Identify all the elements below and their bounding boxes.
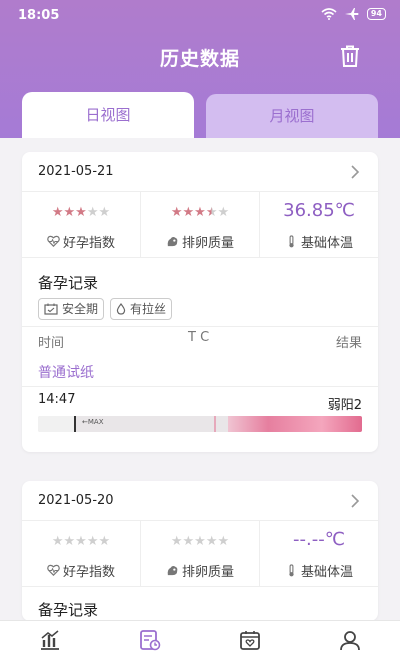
star-icon: ★	[182, 534, 195, 549]
status-bar: 18:05 94	[18, 8, 386, 26]
bar-chart-icon	[41, 630, 59, 650]
fertility-stars: ★★★★★	[22, 534, 140, 549]
fertility-label: 好孕指数	[62, 236, 115, 251]
star-icon: ★	[205, 534, 218, 549]
droplet-icon	[116, 303, 126, 315]
record-date: 2021-05-21	[38, 164, 114, 179]
header: 18:05 94 历史数据 日视图 月视图	[0, 0, 400, 138]
wifi-icon	[321, 8, 337, 20]
temperature-label: 基础体温	[300, 565, 353, 580]
star-icon: ★	[63, 534, 76, 549]
metrics-row: ★★★★★ 好孕指数 ★★★★★ 排卵质量 36.85℃ 基础体温	[22, 192, 378, 258]
bottom-nav	[0, 620, 400, 660]
ovulation-icon	[167, 566, 178, 576]
ovulation-quality: ★★★★★ 排卵质量	[140, 192, 259, 257]
temperature-value: 36.85℃	[283, 200, 355, 221]
tab-month-view[interactable]: 月视图	[206, 94, 378, 138]
nav-item-history[interactable]	[100, 621, 200, 660]
test-result: 弱阳2	[327, 398, 362, 413]
record-card[interactable]: 2021-05-21 ★★★★★ 好孕指数 ★★★★★ 排卵质量 36.85℃ …	[22, 152, 378, 452]
calendar-icon	[44, 303, 58, 315]
star-icon: ★	[98, 205, 111, 220]
fertility-index: ★★★★★ 好孕指数	[22, 192, 140, 257]
view-tabs: 日视图 月视图	[22, 92, 378, 138]
basal-temperature: --.--℃ 基础体温	[259, 521, 378, 586]
heart-pulse-icon	[47, 235, 60, 247]
star-icon: ★	[51, 534, 64, 549]
ovulation-label: 排卵质量	[181, 565, 234, 580]
nav-item-record[interactable]	[200, 621, 300, 660]
record-date: 2021-05-20	[38, 493, 114, 508]
star-icon: ★	[170, 205, 183, 220]
star-icon: ★	[170, 534, 183, 549]
ovulation-stars: ★★★★★	[141, 534, 259, 549]
star-icon: ★	[86, 205, 99, 220]
tag-stringy-mucus: 有拉丝	[110, 298, 173, 320]
star-icon: ★	[182, 205, 195, 220]
trash-icon[interactable]	[338, 44, 362, 68]
record-header[interactable]: 2021-05-21	[22, 152, 378, 192]
chevron-right-icon[interactable]	[350, 164, 360, 180]
prep-record-title: 备孕记录	[38, 601, 99, 619]
chevron-right-icon[interactable]	[350, 493, 360, 509]
strip-max-label: ←MAX	[82, 418, 104, 426]
nav-item-stats[interactable]	[0, 621, 100, 660]
airplane-icon	[344, 8, 359, 20]
star-icon: ★	[75, 205, 87, 220]
thermometer-icon	[289, 235, 294, 248]
user-icon	[340, 631, 360, 651]
star-icon: ★	[63, 205, 76, 220]
fertility-label: 好孕指数	[62, 565, 115, 580]
star-icon: ★	[217, 534, 230, 549]
star-icon: ★	[51, 205, 64, 220]
status-icons: 94	[321, 8, 386, 20]
col-time: 时间	[38, 336, 65, 351]
battery-icon: 94	[366, 8, 386, 20]
record-card[interactable]: 2021-05-20 ★★★★★ 好孕指数 ★★★★★ 排卵质量 --.--℃ …	[22, 481, 378, 621]
star-icon: ★	[98, 534, 111, 549]
calendar-heart-icon	[240, 631, 260, 650]
fertility-index: ★★★★★ 好孕指数	[22, 521, 140, 586]
history-icon	[140, 630, 161, 651]
tab-day-view[interactable]: 日视图	[22, 92, 194, 138]
thermometer-icon	[289, 564, 294, 577]
test-type: 普通试纸	[38, 365, 94, 381]
nav-item-profile[interactable]	[300, 621, 400, 660]
ovulation-quality: ★★★★★ 排卵质量	[140, 521, 259, 586]
test-strip-image[interactable]: ←MAX	[38, 416, 362, 432]
test-time: 14:47	[38, 392, 76, 407]
tag-safe-period: 安全期	[38, 298, 105, 320]
ovulation-label: 排卵质量	[181, 236, 234, 251]
temperature-value: --.--℃	[293, 529, 345, 550]
metrics-row: ★★★★★ 好孕指数 ★★★★★ 排卵质量 --.--℃ 基础体温	[22, 521, 378, 587]
ovulation-stars: ★★★★★	[141, 205, 259, 220]
star-icon: ★	[194, 534, 206, 549]
prep-record-title: 备孕记录	[38, 274, 99, 292]
temperature-label: 基础体温	[300, 236, 353, 251]
heart-pulse-icon	[47, 564, 60, 576]
star-icon: ★	[205, 205, 218, 220]
star-icon: ★	[75, 534, 87, 549]
fertility-stars: ★★★★★	[22, 205, 140, 220]
divider	[22, 326, 378, 327]
star-icon: ★	[194, 205, 206, 220]
divider	[22, 386, 378, 387]
basal-temperature: 36.85℃ 基础体温	[259, 192, 378, 257]
record-header[interactable]: 2021-05-20	[22, 481, 378, 521]
ovulation-icon	[167, 237, 178, 247]
status-time: 18:05	[18, 8, 60, 23]
star-icon: ★	[217, 205, 230, 220]
prep-tags: 安全期 有拉丝	[38, 298, 173, 320]
col-result: 结果	[335, 336, 362, 351]
star-icon: ★	[86, 534, 99, 549]
col-tc: T C	[188, 330, 210, 345]
